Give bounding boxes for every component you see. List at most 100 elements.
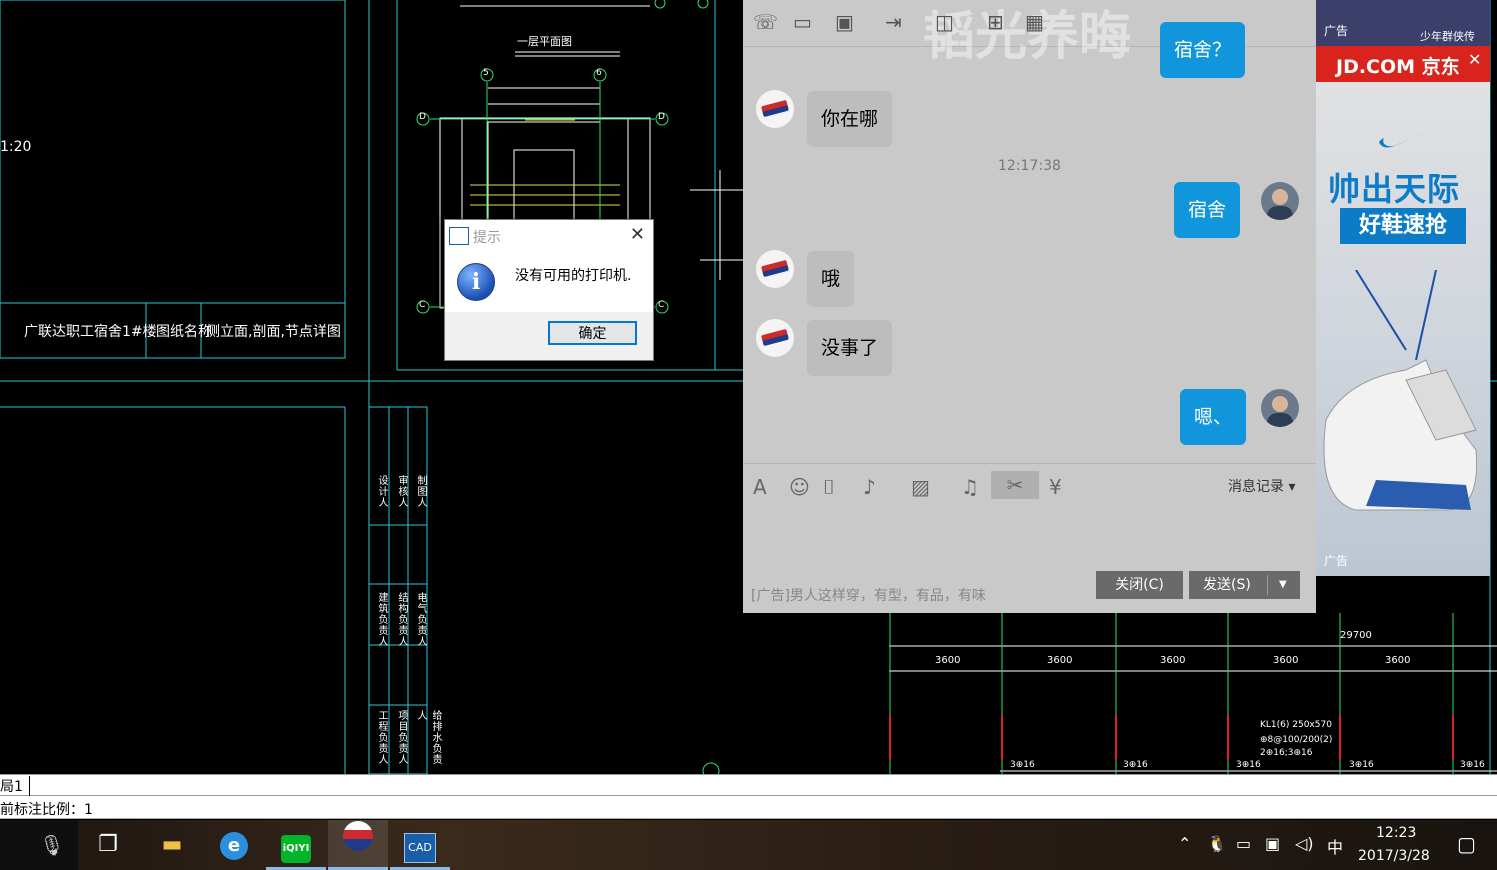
close-icon[interactable]: ✕: [630, 224, 645, 245]
qq-tray-icon[interactable]: 🐧: [1207, 834, 1227, 853]
grid-axis-d-left: D: [419, 112, 426, 122]
volume-icon[interactable]: ◁): [1295, 834, 1314, 853]
dimension: 3600: [935, 655, 961, 666]
chat-bubble-in: 哦: [807, 251, 855, 307]
jd-logo-text: JD.COM 京东: [1336, 56, 1460, 78]
chat-bubble-in: 没事了: [807, 320, 893, 376]
info-icon: i: [457, 263, 495, 301]
command-line[interactable]: 前标注比例：1: [0, 796, 1497, 819]
close-button[interactable]: 关闭(C): [1096, 571, 1183, 599]
sneaker-image: [1323, 270, 1478, 511]
grid-axis-6: 6: [596, 68, 602, 78]
qq-chat-icon[interactable]: [328, 820, 388, 870]
screenshot-icon[interactable]: ✂: [991, 471, 1039, 499]
command-line-text: 前标注比例：1: [0, 802, 93, 818]
sign-label: 设计人: [376, 475, 387, 508]
cad-label: CAD: [404, 833, 436, 863]
ad-label: 广告: [1324, 24, 1349, 38]
close-icon[interactable]: ✕: [1468, 50, 1481, 69]
grid-axis-c-left: C: [419, 300, 426, 310]
dimension: 3600: [1273, 655, 1299, 666]
total-dimension: 29700: [1340, 630, 1372, 641]
font-icon[interactable]: A: [753, 475, 767, 499]
nike-swoosh-icon: [1379, 128, 1428, 148]
contact-avatar[interactable]: [756, 250, 794, 288]
notification-icon[interactable]: ▢: [1457, 832, 1476, 856]
remote-desktop-icon[interactable]: ◫: [935, 10, 954, 34]
sign-label: 结构负责人: [396, 592, 407, 647]
add-app-icon[interactable]: ⊞: [987, 10, 1004, 34]
contact-avatar[interactable]: [756, 319, 794, 357]
voice-icon[interactable]: ♪: [863, 475, 876, 499]
divider: [743, 463, 1316, 464]
ad-slogan: 帅出天际: [1328, 170, 1461, 208]
chat-timestamp: 12:17:38: [998, 158, 1061, 174]
message-history-button[interactable]: 消息记录 ▾: [1228, 476, 1295, 496]
chat-bubble-out: 宿舍？: [1160, 22, 1246, 78]
cad-scale-text: 1:20: [0, 139, 32, 155]
ok-button[interactable]: 确定: [548, 321, 637, 345]
clock-date[interactable]: 2017/3/28: [1358, 848, 1430, 864]
file-explorer-icon[interactable]: ▬: [142, 820, 202, 870]
chat-bubble-out: 宿舍: [1174, 182, 1241, 238]
video-icon[interactable]: ▭: [793, 10, 812, 34]
sign-label: 电气负责人: [415, 592, 426, 647]
file-transfer-icon[interactable]: ⇥: [885, 10, 902, 34]
ad-cta-button[interactable]: 好鞋速抢: [1340, 208, 1466, 244]
battery-icon[interactable]: ▭: [1236, 834, 1251, 853]
divider: [1267, 575, 1268, 595]
dimension: 3600: [1160, 655, 1186, 666]
layout-tab-bar: 局1: [0, 774, 1497, 796]
ad-panel[interactable]: 广告 少年群侠传 JD.COM 京东 ✕ 帅出天际 好鞋速抢 广告: [1316, 0, 1490, 576]
title-block-drawing-name: 侧立面,剖面,节点详图: [206, 324, 341, 340]
chat-window: 韬光养晦 ☏ ▭ ▣ ⇥ ◫ ⊞ ▦ 宿舍？ 你在哪 12:17:38 宿舍 哦…: [743, 0, 1316, 613]
sign-label: 建筑负责人: [376, 592, 387, 647]
layout-tab[interactable]: 局1: [0, 776, 30, 796]
title-block-label: 图纸名称: [156, 324, 212, 340]
shake-icon[interactable]: ⌷: [823, 475, 835, 499]
title-block-project: 广联达职工宿舍1#楼: [24, 324, 157, 340]
image-icon[interactable]: ▨: [911, 475, 930, 499]
sign-label: 给排水负责人: [415, 710, 441, 765]
grid-axis-5: 5: [483, 68, 489, 78]
my-avatar[interactable]: [1261, 389, 1299, 427]
ad-label: 广告: [1324, 554, 1349, 568]
microphone-icon[interactable]: 🎙: [22, 820, 82, 870]
contact-avatar[interactable]: [756, 90, 794, 128]
rebar-note: 3⊕16: [1349, 760, 1374, 770]
ime-indicator[interactable]: 中: [1327, 834, 1343, 858]
send-label: 发送(S): [1203, 577, 1251, 593]
input-ad-text[interactable]: [广告]男人这样穿，有型，有品，有味: [751, 585, 986, 605]
my-avatar[interactable]: [1261, 182, 1299, 220]
plan-label: 一层平面图: [517, 35, 572, 48]
chevron-down-icon[interactable]: ▼: [1279, 571, 1287, 599]
phone-icon[interactable]: ☏: [753, 10, 778, 34]
clock-time[interactable]: 12:23: [1376, 825, 1416, 841]
cad-icon[interactable]: CAD: [390, 820, 450, 870]
rebar-note: 3⊕16: [1236, 760, 1261, 770]
beam-note: 2⊕16;3⊕16: [1260, 748, 1313, 758]
chevron-up-icon[interactable]: ⌃: [1178, 834, 1191, 853]
more-apps-icon[interactable]: ▦: [1025, 10, 1044, 34]
screen-share-icon[interactable]: ▣: [835, 10, 854, 34]
iqiyi-label: iQIYI: [281, 835, 311, 863]
iqiyi-icon[interactable]: iQIYI: [266, 820, 326, 870]
rebar-note: 3⊕16: [1460, 760, 1485, 770]
send-button[interactable]: 发送(S) ▼: [1189, 571, 1300, 599]
chat-bubble-in: 你在哪: [807, 91, 893, 147]
network-icon[interactable]: ▣: [1265, 834, 1280, 853]
start-area: 🎙: [0, 820, 78, 870]
music-icon[interactable]: ♫: [961, 475, 979, 499]
cad-app-icon: [449, 227, 469, 245]
emoji-icon[interactable]: ☺: [789, 475, 810, 499]
dialog-title: 提示: [473, 230, 501, 246]
jd-banner[interactable]: JD.COM 京东 ✕: [1316, 46, 1490, 82]
sign-label: 工程负责人: [376, 710, 387, 765]
message-history-label: 消息记录: [1228, 479, 1284, 495]
chat-bubble-out: 嗯、: [1180, 389, 1247, 445]
ie-icon[interactable]: e: [204, 820, 264, 870]
red-packet-icon[interactable]: ¥: [1049, 475, 1062, 499]
grid-axis-d-right: D: [658, 112, 665, 122]
task-view-icon[interactable]: ❐: [78, 820, 138, 870]
ad-game-banner[interactable]: 广告 少年群侠传: [1316, 0, 1490, 46]
